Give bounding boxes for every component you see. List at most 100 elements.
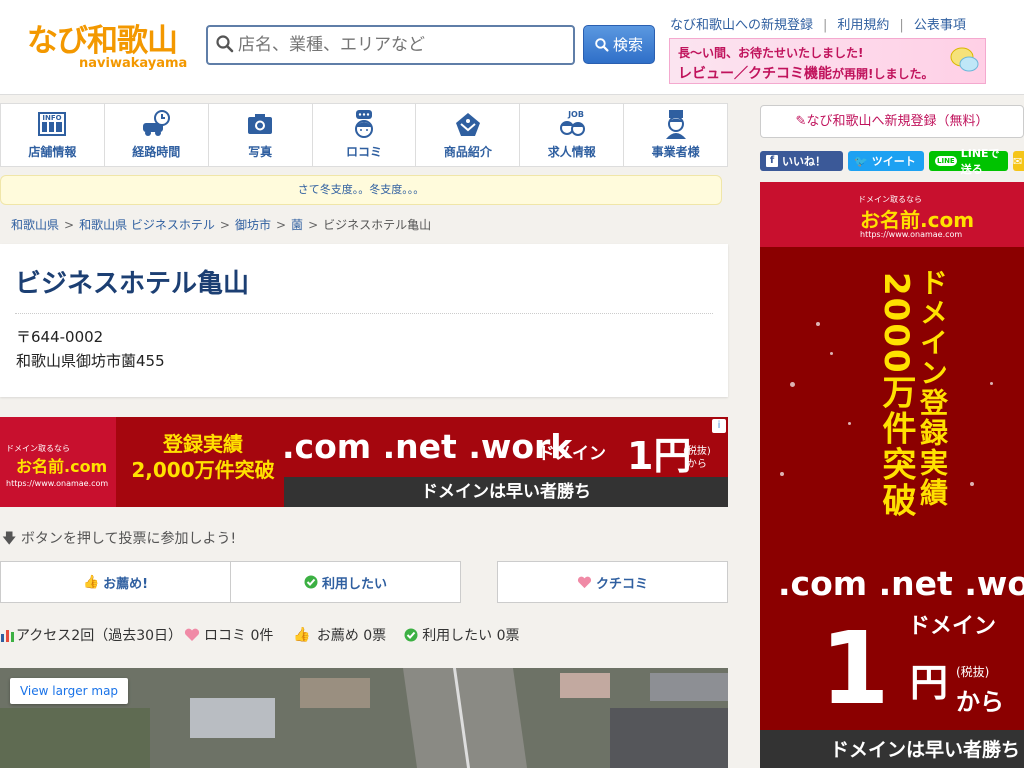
map-building bbox=[560, 673, 610, 698]
recommend-button[interactable]: 👍 お薦め! bbox=[0, 561, 231, 603]
divider bbox=[15, 313, 713, 314]
review-button[interactable]: クチコミ bbox=[497, 561, 728, 603]
search-input[interactable] bbox=[238, 31, 568, 59]
review-count: ロコミ 0件 bbox=[204, 628, 274, 644]
ad-sparkle bbox=[816, 322, 820, 326]
breadcrumb-item[interactable]: 御坊市 bbox=[235, 218, 271, 232]
ad-info-icon[interactable]: i bbox=[712, 419, 726, 433]
nav-label: 求人情報 bbox=[547, 145, 596, 159]
nav-photos[interactable]: 写真 bbox=[209, 104, 313, 166]
nav-route-time[interactable]: 経路時間 bbox=[105, 104, 209, 166]
satellite-map[interactable]: View larger map bbox=[0, 668, 728, 768]
top-links: なび和歌山への新規登録 | 利用規約 | 公表事項 bbox=[670, 18, 966, 33]
thumbs-up-icon: 👍 bbox=[82, 574, 100, 590]
heart-icon bbox=[184, 628, 200, 641]
nav-reviews[interactable]: ロコミ bbox=[313, 104, 417, 166]
vote-prompt-text: ボタンを押して投票に参加しよう! bbox=[20, 531, 237, 547]
signup-button[interactable]: ✎なび和歌山へ新規登録（無料） bbox=[760, 105, 1024, 138]
view-larger-map-link[interactable]: View larger map bbox=[10, 678, 128, 704]
sidebar-ad-kara: から bbox=[956, 688, 1004, 716]
disclosure-link[interactable]: 公表事項 bbox=[914, 18, 966, 33]
business-person-icon bbox=[665, 110, 686, 139]
nav-label: 経路時間 bbox=[132, 145, 181, 159]
nav-label: ロコミ bbox=[346, 145, 383, 159]
recommend-button-label: お薦め! bbox=[103, 576, 149, 592]
mail-icon: ✉ bbox=[1013, 154, 1023, 168]
check-circle-icon bbox=[304, 575, 318, 589]
facebook-like-button[interactable]: f いいね！ bbox=[760, 151, 843, 171]
logo-text: なび和歌山 bbox=[27, 23, 178, 59]
heart-icon bbox=[577, 576, 592, 588]
map-building bbox=[190, 698, 275, 738]
search-box[interactable] bbox=[206, 25, 575, 65]
sidebar-ad-brand-url: https://www.onamae.com bbox=[860, 230, 963, 239]
category-nav: INFO 店舗情報 経路時間 写真 ロコミ 商品紹介 JOB 求人情報 事業者様 bbox=[0, 103, 728, 167]
info-icon: INFO bbox=[38, 112, 67, 136]
product-icon bbox=[455, 113, 480, 136]
edit-icon: ✎ bbox=[795, 114, 807, 129]
nav-business[interactable]: 事業者様 bbox=[624, 104, 727, 166]
register-link[interactable]: なび和歌山への新規登録 bbox=[670, 18, 813, 33]
nav-label: 店舗情報 bbox=[28, 145, 77, 159]
review-banner-line2: レビュー／クチコミ機能が再開!しました。 bbox=[678, 66, 934, 82]
site-header: なび和歌山 naviwakayama 検索 なび和歌山への新規登録|利用規約|公… bbox=[0, 0, 1024, 95]
social-buttons: f いいね！ 🐦 ツイート LINE LINEで送る ✉ bbox=[760, 147, 1024, 176]
review-banner-line1: 長〜い間、お待たせいたしました! bbox=[678, 46, 864, 60]
camera-icon bbox=[248, 114, 273, 134]
address: 和歌山県御坊市薗455 bbox=[16, 352, 165, 370]
ad-sparkle bbox=[790, 382, 795, 387]
speech-bubble-icon bbox=[950, 47, 979, 72]
page-title: ビジネスホテル亀山 bbox=[15, 269, 250, 299]
ad-sparkle bbox=[830, 352, 833, 355]
thumbs-up-icon: 👍 bbox=[293, 627, 311, 643]
ad-sparkle bbox=[848, 422, 851, 425]
nav-products[interactable]: 商品紹介 bbox=[416, 104, 521, 166]
map-building bbox=[610, 708, 728, 768]
tweet-button[interactable]: 🐦 ツイート bbox=[848, 151, 924, 171]
want-to-use-button[interactable]: 利用したい bbox=[230, 561, 461, 603]
recommend-count: お薦め 0票 bbox=[316, 628, 387, 644]
ad-banner[interactable]: ドメイン取るなら お名前.com https://www.onamae.com … bbox=[0, 417, 728, 507]
car-clock-icon bbox=[143, 110, 171, 136]
svg-text:INFO: INFO bbox=[43, 114, 62, 122]
access-count: アクセス2回（過去30日） bbox=[16, 628, 183, 644]
ad-price: 1円 bbox=[627, 434, 692, 478]
logo-subtext: naviwakayama bbox=[79, 56, 188, 71]
nav-label: 写真 bbox=[248, 145, 273, 159]
ad-domain-word: ドメイン bbox=[538, 444, 606, 464]
want-to-use-button-label: 利用したい bbox=[321, 576, 387, 592]
site-logo[interactable]: なび和歌山 naviwakayama bbox=[27, 23, 188, 76]
line-icon: LINE bbox=[935, 156, 957, 166]
search-button[interactable]: 検索 bbox=[583, 25, 655, 64]
nav-store-info[interactable]: INFO 店舗情報 bbox=[1, 104, 105, 166]
tweet-label: ツイート bbox=[871, 155, 916, 168]
stats-row: アクセス2回（過去30日） ロコミ 0件 👍 お薦め 0票 利用したい 0票 bbox=[0, 625, 522, 645]
breadcrumb-item[interactable]: 和歌山県 ビジネスホテル bbox=[79, 218, 215, 232]
nav-jobs[interactable]: JOB 求人情報 bbox=[520, 104, 625, 166]
search-button-label: 検索 bbox=[612, 36, 643, 54]
ad-tagline: ドメインは早い者勝ち bbox=[284, 477, 728, 507]
speech-person-icon bbox=[355, 110, 373, 138]
ad-tlds: .com .net .work bbox=[282, 427, 573, 466]
line-share-button[interactable]: LINE LINEで送る bbox=[929, 147, 1008, 176]
breadcrumb-item[interactable]: 和歌山県 bbox=[11, 218, 59, 232]
review-feature-banner[interactable]: 長〜い間、お待たせいたしました! レビュー／クチコミ機能が再開!しました。 bbox=[669, 38, 986, 84]
job-icon: JOB bbox=[559, 110, 585, 136]
notice-bar[interactable]: さて冬支度。。冬支度。。。 bbox=[0, 175, 722, 205]
twitter-icon: 🐦 bbox=[854, 154, 868, 168]
sidebar-ad-price-number: 1 bbox=[820, 610, 890, 727]
vote-prompt: 🡇 ボタンを押して投票に参加しよう! bbox=[2, 528, 236, 552]
ad-brand-logo: ドメイン取るなら お名前.com https://www.onamae.com bbox=[0, 417, 116, 507]
want-to-use-count: 利用したい 0票 bbox=[422, 628, 520, 644]
ad-sparkle bbox=[990, 382, 993, 385]
signup-button-label: なび和歌山へ新規登録（無料） bbox=[806, 114, 989, 129]
terms-link[interactable]: 利用規約 bbox=[837, 18, 889, 33]
mail-button[interactable]: ✉ bbox=[1013, 151, 1024, 171]
sidebar-ad-domain-word: ドメイン bbox=[908, 614, 997, 639]
breadcrumb-item[interactable]: 薗 bbox=[291, 218, 303, 232]
sidebar-ad[interactable]: ドメイン取るなら お名前.com https://www.onamae.com … bbox=[760, 182, 1024, 768]
sidebar-ad-brand-name: お名前.com bbox=[860, 208, 975, 232]
line-share-label: LINEで送る bbox=[960, 147, 1000, 176]
check-circle-icon bbox=[404, 628, 418, 642]
postal-code: 〒644-0002 bbox=[16, 328, 104, 346]
